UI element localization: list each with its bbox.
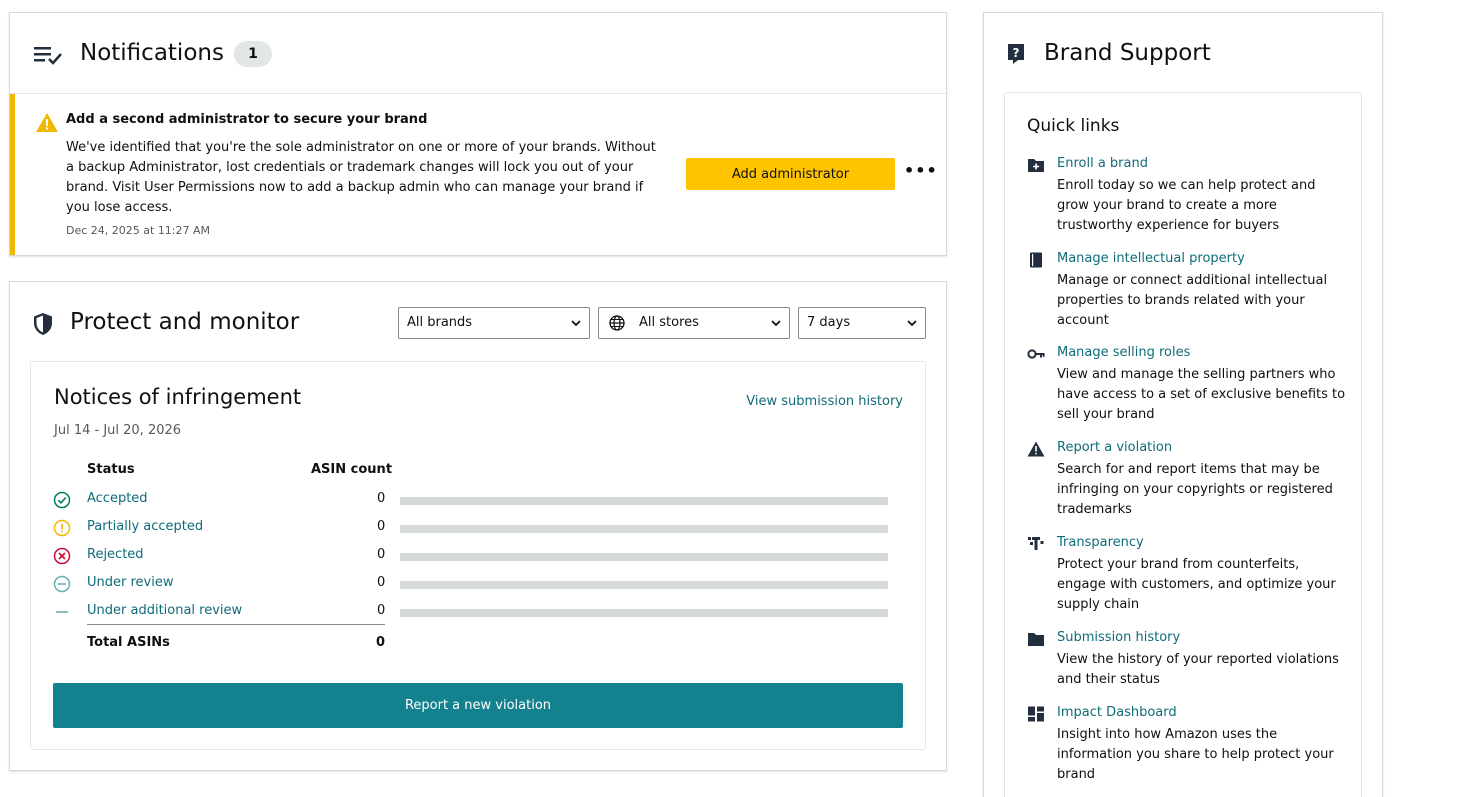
alert-timestamp: Dec 24, 2025 at 11:27 AM	[66, 224, 211, 237]
status-label-link[interactable]: Accepted	[87, 491, 148, 506]
stores-dropdown-value: All stores	[639, 315, 699, 330]
key-icon	[1027, 346, 1045, 362]
total-asins-value: 0	[375, 635, 385, 650]
quick-link-description: Enroll today so we can help protect and …	[1057, 178, 1316, 233]
brands-dropdown-value: All brands	[407, 315, 473, 330]
chevron-down-icon	[771, 320, 781, 327]
notifications-count-badge: 1	[234, 41, 272, 67]
brand-support-card: ? Brand Support Quick links Enroll a bra…	[983, 12, 1383, 797]
notices-title: Notices of infringement	[54, 385, 302, 409]
status-bar	[400, 609, 888, 617]
report-new-violation-button[interactable]: Report a new violation	[53, 683, 903, 728]
svg-text:?: ?	[1013, 46, 1020, 60]
alert-title: Add a second administrator to secure you…	[66, 112, 428, 127]
status-column-header: Status	[87, 462, 135, 477]
status-count: 0	[377, 547, 386, 562]
quick-link[interactable]: Manage selling roles	[1057, 345, 1190, 360]
chevron-down-icon	[571, 320, 581, 327]
status-row: Partially accepted 0	[31, 517, 927, 545]
status-count: 0	[377, 575, 386, 590]
check-circle-icon	[53, 491, 71, 509]
quick-link[interactable]: Manage intellectual property	[1057, 251, 1245, 266]
view-submission-history-link[interactable]: View submission history	[746, 394, 903, 409]
quick-link[interactable]: Report a violation	[1057, 440, 1172, 455]
add-administrator-button[interactable]: Add administrator	[686, 158, 895, 190]
quick-links-title: Quick links	[1027, 116, 1120, 136]
quick-link-description: Insight into how Amazon uses the informa…	[1057, 727, 1334, 782]
quick-link[interactable]: Submission history	[1057, 630, 1180, 645]
shield-icon	[34, 313, 52, 335]
notices-date-range: Jul 14 - Jul 20, 2026	[54, 423, 182, 438]
quick-link-description: View the history of your reported violat…	[1057, 652, 1339, 687]
list-check-icon	[34, 47, 62, 65]
x-circle-icon	[53, 547, 71, 565]
dashboard-icon	[1027, 706, 1045, 722]
notifications-card: Notifications 1 Add a second administrat…	[9, 12, 947, 256]
brands-dropdown[interactable]: All brands	[398, 307, 590, 339]
status-bar	[400, 553, 888, 561]
status-bar	[400, 525, 888, 533]
quick-link[interactable]: Enroll a brand	[1057, 156, 1148, 171]
quick-link[interactable]: Transparency	[1057, 535, 1144, 550]
quick-link[interactable]: Impact Dashboard	[1057, 705, 1177, 720]
warning-icon	[36, 113, 58, 132]
total-asins-label: Total ASINs	[87, 635, 170, 650]
total-divider	[87, 624, 385, 625]
warning-icon	[1027, 441, 1045, 457]
minus-circle-icon	[53, 575, 71, 593]
status-label-link[interactable]: Partially accepted	[87, 519, 203, 534]
quick-links-panel: Quick links Enroll a brand Enroll today …	[1004, 92, 1362, 797]
asin-count-column-header: ASIN count	[311, 462, 393, 477]
quick-link-description: Manage or connect additional intellectua…	[1057, 273, 1328, 328]
stores-dropdown[interactable]: All stores	[598, 307, 790, 339]
status-row: Under review 0	[31, 573, 927, 601]
transparency-icon	[1027, 536, 1045, 552]
protect-title: Protect and monitor	[70, 309, 300, 335]
days-dropdown-value: 7 days	[807, 315, 851, 330]
notifications-title: Notifications	[80, 40, 224, 66]
folder-plus-icon	[1027, 157, 1045, 173]
status-count: 0	[377, 519, 386, 534]
status-label-link[interactable]: Rejected	[87, 547, 144, 562]
status-count: 0	[377, 603, 386, 618]
globe-icon	[609, 315, 625, 331]
notices-panel: Notices of infringement Jul 14 - Jul 20,…	[30, 361, 926, 750]
admin-alert: Add a second administrator to secure you…	[10, 94, 946, 255]
status-row: Accepted 0	[31, 489, 927, 517]
quick-link-description: Search for and report items that may be …	[1057, 462, 1333, 517]
brand-support-title: Brand Support	[1044, 40, 1211, 66]
protect-monitor-card: Protect and monitor All brands All store…	[9, 281, 947, 771]
notifications-header: Notifications 1	[10, 13, 946, 94]
status-row: Rejected 0	[31, 545, 927, 573]
status-label-link[interactable]: Under additional review	[87, 603, 242, 618]
status-label-link[interactable]: Under review	[87, 575, 173, 590]
exclamation-circle-icon	[53, 519, 71, 537]
quick-link-description: View and manage the selling partners who…	[1057, 367, 1346, 422]
help-icon: ?	[1008, 44, 1024, 64]
folder-icon	[1027, 631, 1045, 647]
days-dropdown[interactable]: 7 days	[798, 307, 926, 339]
book-icon	[1027, 252, 1045, 268]
status-count: 0	[377, 491, 386, 506]
dash-icon	[53, 603, 71, 621]
status-bar	[400, 581, 888, 589]
status-bar	[400, 497, 888, 505]
chevron-down-icon	[907, 320, 917, 327]
quick-link-description: Protect your brand from counterfeits, en…	[1057, 557, 1336, 612]
alert-body: We've identified that you're the sole ad…	[66, 140, 656, 215]
more-options-icon[interactable]: •••	[904, 160, 937, 186]
